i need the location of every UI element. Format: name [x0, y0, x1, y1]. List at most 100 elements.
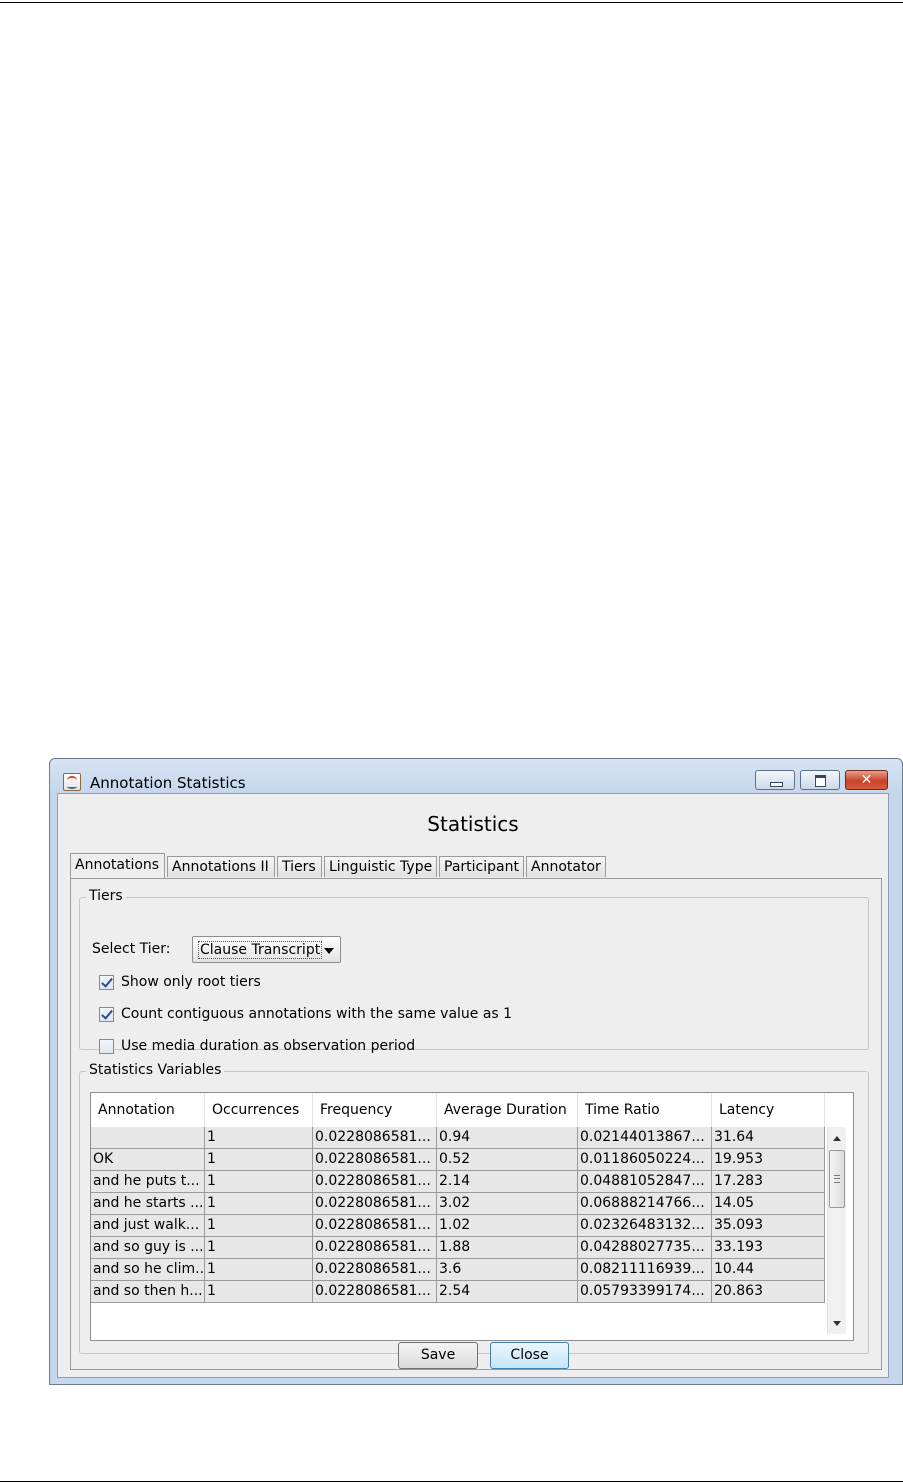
cell-latency: 10.44: [712, 1259, 825, 1281]
cell-frequency: 0.0228086581...: [313, 1259, 437, 1281]
close-icon: ✕: [860, 772, 873, 788]
cell-frequency: 0.0228086581...: [313, 1237, 437, 1259]
dialog-content: Statistics Annotations Annotations II Ti…: [57, 793, 889, 1378]
column-header-frequency[interactable]: Frequency: [313, 1093, 437, 1127]
cell-average-duration: 1.88: [437, 1237, 578, 1259]
table-row[interactable]: and he puts t... 1 0.0228086581... 2.14 0.04…: [91, 1171, 825, 1193]
table-row[interactable]: and just walk... 1 0.0228086581... 1.02 0.02…: [91, 1215, 825, 1237]
cell-occurrences: 1: [205, 1127, 313, 1149]
cell-annotation: and just walk...: [91, 1215, 205, 1237]
maximize-button[interactable]: [800, 770, 840, 790]
cell-occurrences: 1: [205, 1281, 313, 1303]
count-contiguous-checkbox[interactable]: [99, 1007, 114, 1022]
cell-average-duration: 0.94: [437, 1127, 578, 1149]
cell-average-duration: 0.52: [437, 1149, 578, 1171]
cell-annotation: and he puts t...: [91, 1171, 205, 1193]
title-bar[interactable]: Annotation Statistics ✕: [50, 759, 902, 792]
cell-latency: 35.093: [712, 1215, 825, 1237]
page-top-rule: [0, 2, 903, 3]
page-bottom-rule: [0, 1481, 903, 1482]
cell-latency: 19.953: [712, 1149, 825, 1171]
scroll-down-icon[interactable]: [833, 1321, 841, 1326]
show-only-root-tiers-checkbox[interactable]: [99, 975, 114, 990]
cell-latency: 17.283: [712, 1171, 825, 1193]
cell-time-ratio: 0.04288027735...: [578, 1237, 712, 1259]
select-tier-label: Select Tier:: [92, 941, 171, 957]
cell-time-ratio: 0.05793399174...: [578, 1281, 712, 1303]
minimize-icon: [770, 782, 783, 787]
scroll-up-icon[interactable]: [833, 1136, 841, 1141]
table-row[interactable]: and so then h... 1 0.0228086581... 2.54 0.05…: [91, 1281, 825, 1303]
statistics-variables-title: Statistics Variables: [86, 1062, 225, 1078]
cell-frequency: 0.0228086581...: [313, 1127, 437, 1149]
select-tier-value: Clause Transcript: [198, 941, 323, 959]
annotations-tab-panel: Tiers Select Tier: Clause Transcript Sho…: [70, 878, 882, 1370]
show-only-root-tiers-label: Show only root tiers: [121, 974, 261, 990]
cell-time-ratio: 0.06888214766...: [578, 1193, 712, 1215]
statistics-variables-group: Statistics Variables Annotation Occurren…: [79, 1062, 869, 1354]
statistics-table[interactable]: Annotation Occurrences Frequency Average…: [90, 1092, 854, 1341]
annotation-statistics-window: Annotation Statistics ✕ Statistics Annot…: [49, 758, 903, 1385]
cell-time-ratio: 0.02326483132...: [578, 1215, 712, 1237]
cell-average-duration: 2.54: [437, 1281, 578, 1303]
vertical-scrollbar[interactable]: [827, 1127, 846, 1334]
close-window-button[interactable]: ✕: [845, 770, 888, 790]
cell-frequency: 0.0228086581...: [313, 1193, 437, 1215]
count-contiguous-label: Count contiguous annotations with the sa…: [121, 1006, 513, 1022]
cell-occurrences: 1: [205, 1259, 313, 1281]
cell-annotation: and so then h...: [91, 1281, 205, 1303]
table-row[interactable]: and he starts ... 1 0.0228086581... 3.02 0.0…: [91, 1193, 825, 1215]
tab-tiers[interactable]: Tiers: [277, 856, 322, 877]
cell-latency: 14.05: [712, 1193, 825, 1215]
chevron-down-icon: [324, 948, 334, 954]
use-media-duration-label: Use media duration as observation period: [121, 1038, 416, 1054]
minimize-button[interactable]: [755, 770, 795, 790]
tab-linguistic-type[interactable]: Linguistic Type: [324, 856, 437, 877]
tab-annotator[interactable]: Annotator: [526, 856, 606, 877]
select-tier-dropdown[interactable]: Clause Transcript: [192, 936, 341, 963]
use-media-duration-checkbox[interactable]: [99, 1039, 114, 1054]
cell-occurrences: 1: [205, 1237, 313, 1259]
cell-annotation: and so he clim...: [91, 1259, 205, 1281]
table-header: Annotation Occurrences Frequency Average…: [91, 1093, 825, 1127]
cell-frequency: 0.0228086581...: [313, 1171, 437, 1193]
dialog-heading: Statistics: [427, 812, 519, 836]
column-header-annotation[interactable]: Annotation: [91, 1093, 205, 1127]
cell-time-ratio: 0.08211116939...: [578, 1259, 712, 1281]
scrollbar-thumb[interactable]: [829, 1150, 845, 1208]
tab-annotations-ii[interactable]: Annotations II: [167, 856, 275, 877]
table-row[interactable]: and so he clim... 1 0.0228086581... 3.6 0.08…: [91, 1259, 825, 1281]
cell-average-duration: 3.6: [437, 1259, 578, 1281]
cell-occurrences: 1: [205, 1193, 313, 1215]
cell-annotation: [91, 1127, 205, 1149]
cell-occurrences: 1: [205, 1149, 313, 1171]
cell-average-duration: 2.14: [437, 1171, 578, 1193]
tiers-group-title: Tiers: [86, 888, 126, 904]
cell-annotation: and he starts ...: [91, 1193, 205, 1215]
save-button[interactable]: Save: [398, 1342, 478, 1369]
cell-annotation: and so guy is ...: [91, 1237, 205, 1259]
cell-frequency: 0.0228086581...: [313, 1149, 437, 1171]
cell-time-ratio: 0.02144013867...: [578, 1127, 712, 1149]
table-row[interactable]: and so guy is ... 1 0.0228086581... 1.88 0.0…: [91, 1237, 825, 1259]
cell-occurrences: 1: [205, 1171, 313, 1193]
cell-latency: 33.193: [712, 1237, 825, 1259]
cell-time-ratio: 0.01186050224...: [578, 1149, 712, 1171]
cell-time-ratio: 0.04881052847...: [578, 1171, 712, 1193]
window-title: Annotation Statistics: [90, 774, 246, 792]
column-header-time-ratio[interactable]: Time Ratio: [578, 1093, 712, 1127]
cell-average-duration: 1.02: [437, 1215, 578, 1237]
close-button[interactable]: Close: [490, 1342, 569, 1369]
column-header-average-duration[interactable]: Average Duration: [437, 1093, 578, 1127]
tiers-group: Tiers Select Tier: Clause Transcript Sho…: [79, 888, 869, 1054]
cell-occurrences: 1: [205, 1215, 313, 1237]
tab-participant[interactable]: Participant: [439, 856, 524, 877]
tab-annotations[interactable]: Annotations: [70, 853, 165, 878]
cell-latency: 31.64: [712, 1127, 825, 1149]
table-row[interactable]: OK 1 0.0228086581... 0.52 0.01186050224... 19…: [91, 1149, 825, 1171]
column-header-occurrences[interactable]: Occurrences: [205, 1093, 313, 1127]
cell-annotation: OK: [91, 1149, 205, 1171]
column-header-latency[interactable]: Latency: [712, 1093, 825, 1127]
cell-latency: 20.863: [712, 1281, 825, 1303]
table-row[interactable]: 1 0.0228086581... 0.94 0.02144013867... 31.6…: [91, 1127, 825, 1149]
